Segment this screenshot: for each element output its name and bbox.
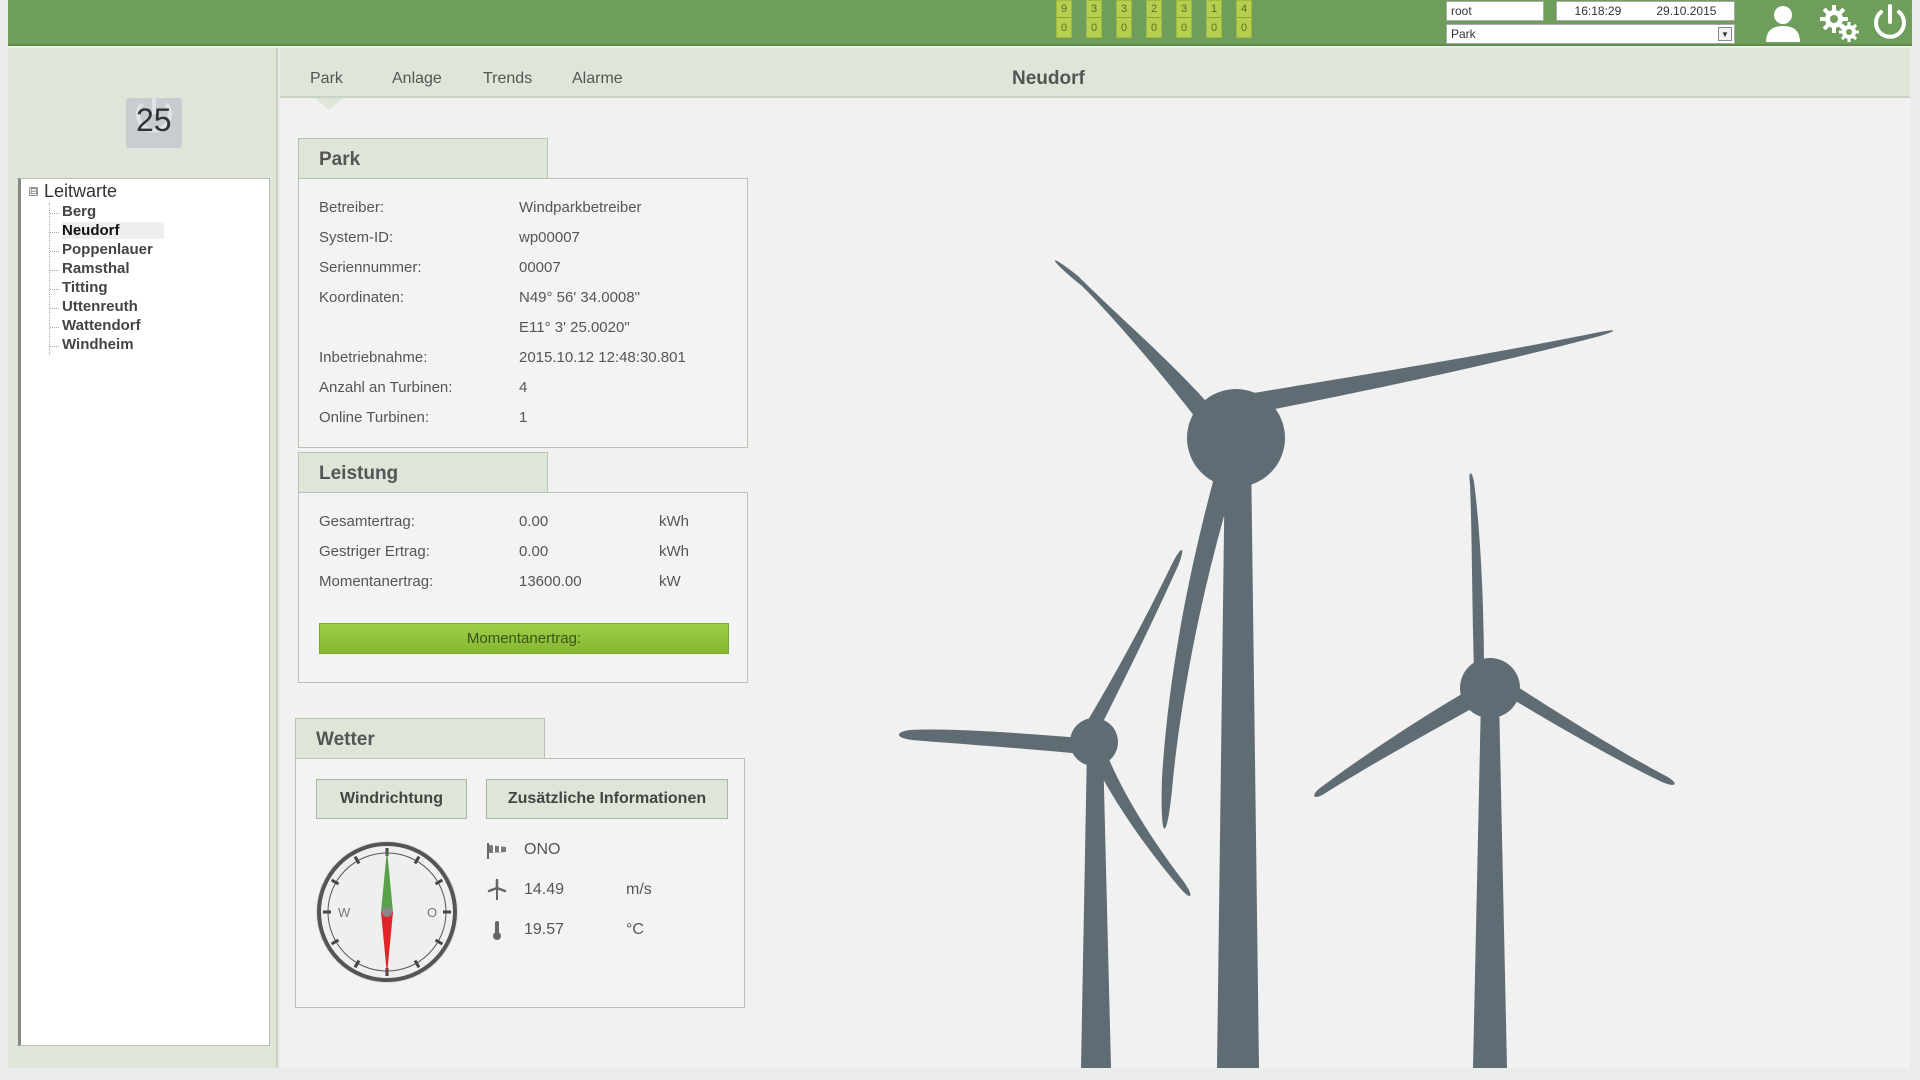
chevron-down-icon[interactable]: ▼ <box>1718 27 1732 41</box>
power-panel: Gesamtertrag: 0.00 kWh Gestriger Ertrag: 0.… <box>298 492 748 683</box>
power-row: Gesamtertrag: 0.00 kWh <box>319 513 689 530</box>
datetime-display: 16:18:29 29.10.2015 <box>1556 1 1735 21</box>
time-display: 16:18:29 <box>1574 4 1622 18</box>
alarm-count: 25 <box>136 102 172 138</box>
temperature-unit: °C <box>626 921 644 938</box>
main-content: Park Anlage Trends Alarme Neudorf Park B… <box>280 48 1910 1068</box>
turbine-blade <box>1469 473 1484 673</box>
tree-item-neudorf[interactable]: Neudorf <box>50 222 164 241</box>
info-row: System-ID: wp00007 <box>319 229 580 246</box>
weather-panel-title: Wetter <box>295 718 545 759</box>
turbine-hub <box>1187 389 1285 487</box>
status-counter[interactable]: 40 <box>1236 0 1252 38</box>
turbine-tower <box>1473 698 1507 1068</box>
status-counter[interactable]: 20 <box>1146 0 1162 38</box>
turbine-tower <box>1217 452 1259 1068</box>
power-panel-title: Leistung <box>298 452 548 493</box>
additional-info-button[interactable]: Zusätzliche Informationen <box>486 779 728 819</box>
turbine-icon <box>487 879 507 900</box>
turbine-blade <box>1314 688 1480 797</box>
turbine-hub <box>1070 718 1118 766</box>
tree-item-titting[interactable]: Titting <box>50 279 164 298</box>
turbine-tower <box>1081 748 1111 1068</box>
turbine-blade <box>1054 260 1225 430</box>
wind-direction-button[interactable]: Windrichtung <box>316 779 467 819</box>
status-counter[interactable]: 10 <box>1206 0 1222 38</box>
park-panel: Betreiber: Windparkbetreiber System-ID: wp… <box>298 178 748 448</box>
tab-anlage[interactable]: Anlage <box>392 70 442 88</box>
info-row: Online Turbinen: 1 <box>319 409 528 426</box>
wind-speed-row: 14.49 m/s <box>486 879 652 901</box>
tab-alarme[interactable]: Alarme <box>572 70 623 88</box>
top-bar: 90 30 30 20 30 10 40 root 16:18:29 29.10… <box>8 0 1912 46</box>
turbine-hub <box>1460 658 1520 718</box>
tab-bar: Park Anlage Trends Alarme Neudorf <box>280 48 1910 98</box>
wind-turbines-illustration <box>898 260 1675 1068</box>
page-title: Neudorf <box>1012 68 1085 89</box>
compass: W O <box>316 841 458 983</box>
status-counter[interactable]: 30 <box>1116 0 1132 38</box>
wind-speed-value: 14.49 <box>524 881 565 898</box>
status-counter[interactable]: 90 <box>1056 0 1072 38</box>
info-row: Betreiber: Windparkbetreiber <box>319 199 642 216</box>
status-counter[interactable]: 30 <box>1086 0 1102 38</box>
wind-speed-unit: m/s <box>626 881 652 898</box>
info-row: Seriennummer: 00007 <box>319 259 561 276</box>
tab-park[interactable]: Park <box>310 70 343 88</box>
tree-item-ramsthal[interactable]: Ramsthal <box>50 260 164 279</box>
turbine-blade <box>1248 330 1614 414</box>
info-row: Koordinaten: N49° 56' 34.0008" <box>319 289 640 306</box>
date-display: 29.10.2015 <box>1656 4 1717 18</box>
alarm-counter[interactable]: 25 <box>118 84 188 150</box>
settings-icon[interactable] <box>1818 2 1862 44</box>
tree-items: Berg Neudorf Poppenlauer Ramsthal Tittin… <box>49 203 164 355</box>
tree-item-berg[interactable]: Berg <box>50 203 164 222</box>
wind-direction-row: ONO <box>486 839 560 861</box>
thermometer-icon <box>493 921 501 940</box>
power-icon[interactable] <box>1868 2 1912 44</box>
info-row: Inbetriebnahme: 2015.10.12 12:48:30.801 <box>319 349 686 366</box>
active-tab-indicator <box>315 98 343 110</box>
compass-west-label: W <box>338 905 351 920</box>
user-icon[interactable] <box>1761 2 1805 44</box>
info-row: Anzahl an Turbinen: 4 <box>319 379 528 396</box>
turbine-blade <box>1504 682 1675 785</box>
park-select[interactable]: Park ▼ <box>1446 24 1735 44</box>
tree-root[interactable]: ⊟ Leitwarte <box>29 181 117 202</box>
status-counters: 90 30 30 20 30 10 40 <box>1056 0 1252 40</box>
tree-item-uttenreuth[interactable]: Uttenreuth <box>50 298 164 317</box>
collapse-icon[interactable]: ⊟ <box>29 187 38 196</box>
tab-trends[interactable]: Trends <box>483 70 532 88</box>
weather-panel: Windrichtung Zusätzliche Informationen W… <box>295 758 745 1008</box>
status-counter[interactable]: 30 <box>1176 0 1192 38</box>
wind-direction-value: ONO <box>524 841 561 858</box>
temperature-value: 19.57 <box>524 921 565 938</box>
tree-root-label: Leitwarte <box>44 181 118 201</box>
turbine-blade <box>1088 549 1183 728</box>
temperature-row: 19.57 °C <box>486 919 644 941</box>
power-row: Gestriger Ertrag: 0.00 kWh <box>319 543 689 560</box>
power-row: Momentanertrag: 13600.00 kW <box>319 573 681 590</box>
turbine-blade <box>898 729 1082 754</box>
park-panel-title: Park <box>298 138 548 179</box>
tree-item-poppenlauer[interactable]: Poppenlauer <box>50 241 164 260</box>
park-tree: ⊟ Leitwarte Berg Neudorf Poppenlauer Ram… <box>18 178 270 1046</box>
current-output-bar: Momentanertrag: <box>319 623 729 654</box>
sidebar: 25 ⊟ Leitwarte Berg Neudorf Poppenlauer … <box>8 48 278 1068</box>
tree-item-wattendorf[interactable]: Wattendorf <box>50 317 164 336</box>
user-field: root <box>1446 1 1544 21</box>
tree-item-windheim[interactable]: Windheim <box>50 336 164 355</box>
compass-east-label: O <box>427 905 437 920</box>
windsock-icon <box>487 843 506 859</box>
turbine-blade <box>1094 752 1191 896</box>
